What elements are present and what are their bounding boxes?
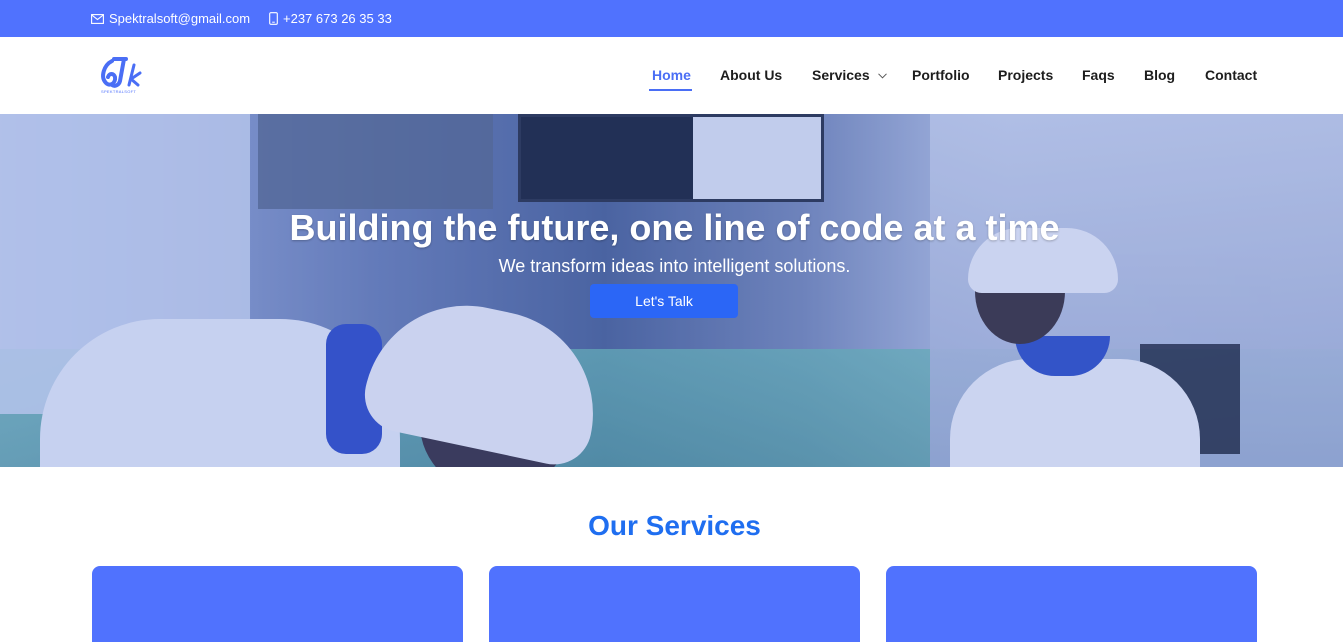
nav-portfolio[interactable]: Portfolio (912, 67, 970, 83)
services-heading: Our Services (588, 510, 761, 541)
service-card[interactable] (886, 566, 1257, 642)
email-contact[interactable]: Spektralsoft@gmail.com (91, 11, 250, 26)
phone-text: +237 673 26 35 33 (283, 11, 392, 26)
nav-active-indicator (649, 89, 692, 91)
service-card[interactable] (92, 566, 463, 642)
nav-services-label: Services (812, 67, 870, 83)
nav-faqs[interactable]: Faqs (1082, 67, 1115, 83)
nav-projects[interactable]: Projects (998, 67, 1053, 83)
nav-about-us[interactable]: About Us (720, 67, 782, 83)
nav-blog[interactable]: Blog (1144, 67, 1175, 83)
chevron-down-icon (877, 73, 887, 79)
hero-subtitle: We transform ideas into intelligent solu… (498, 256, 851, 276)
nav-services[interactable]: Services (812, 67, 887, 83)
site-header: SPEKTRALSOFT Home About Us Services Port… (0, 37, 1343, 114)
nav-home[interactable]: Home (652, 67, 691, 83)
lets-talk-button[interactable]: Let's Talk (590, 284, 738, 318)
hero-title: Building the future, one line of code at… (289, 207, 1060, 248)
top-info-bar: Spektralsoft@gmail.com +237 673 26 35 33 (0, 0, 1343, 37)
email-text: Spektralsoft@gmail.com (109, 11, 251, 26)
service-card[interactable] (489, 566, 860, 642)
logo-wordmark: SPEKTRALSOFT (101, 89, 137, 94)
envelope-icon (91, 13, 104, 24)
mobile-phone-icon (269, 12, 278, 25)
phone-contact[interactable]: +237 673 26 35 33 (269, 11, 392, 26)
nav-contact[interactable]: Contact (1205, 67, 1257, 83)
